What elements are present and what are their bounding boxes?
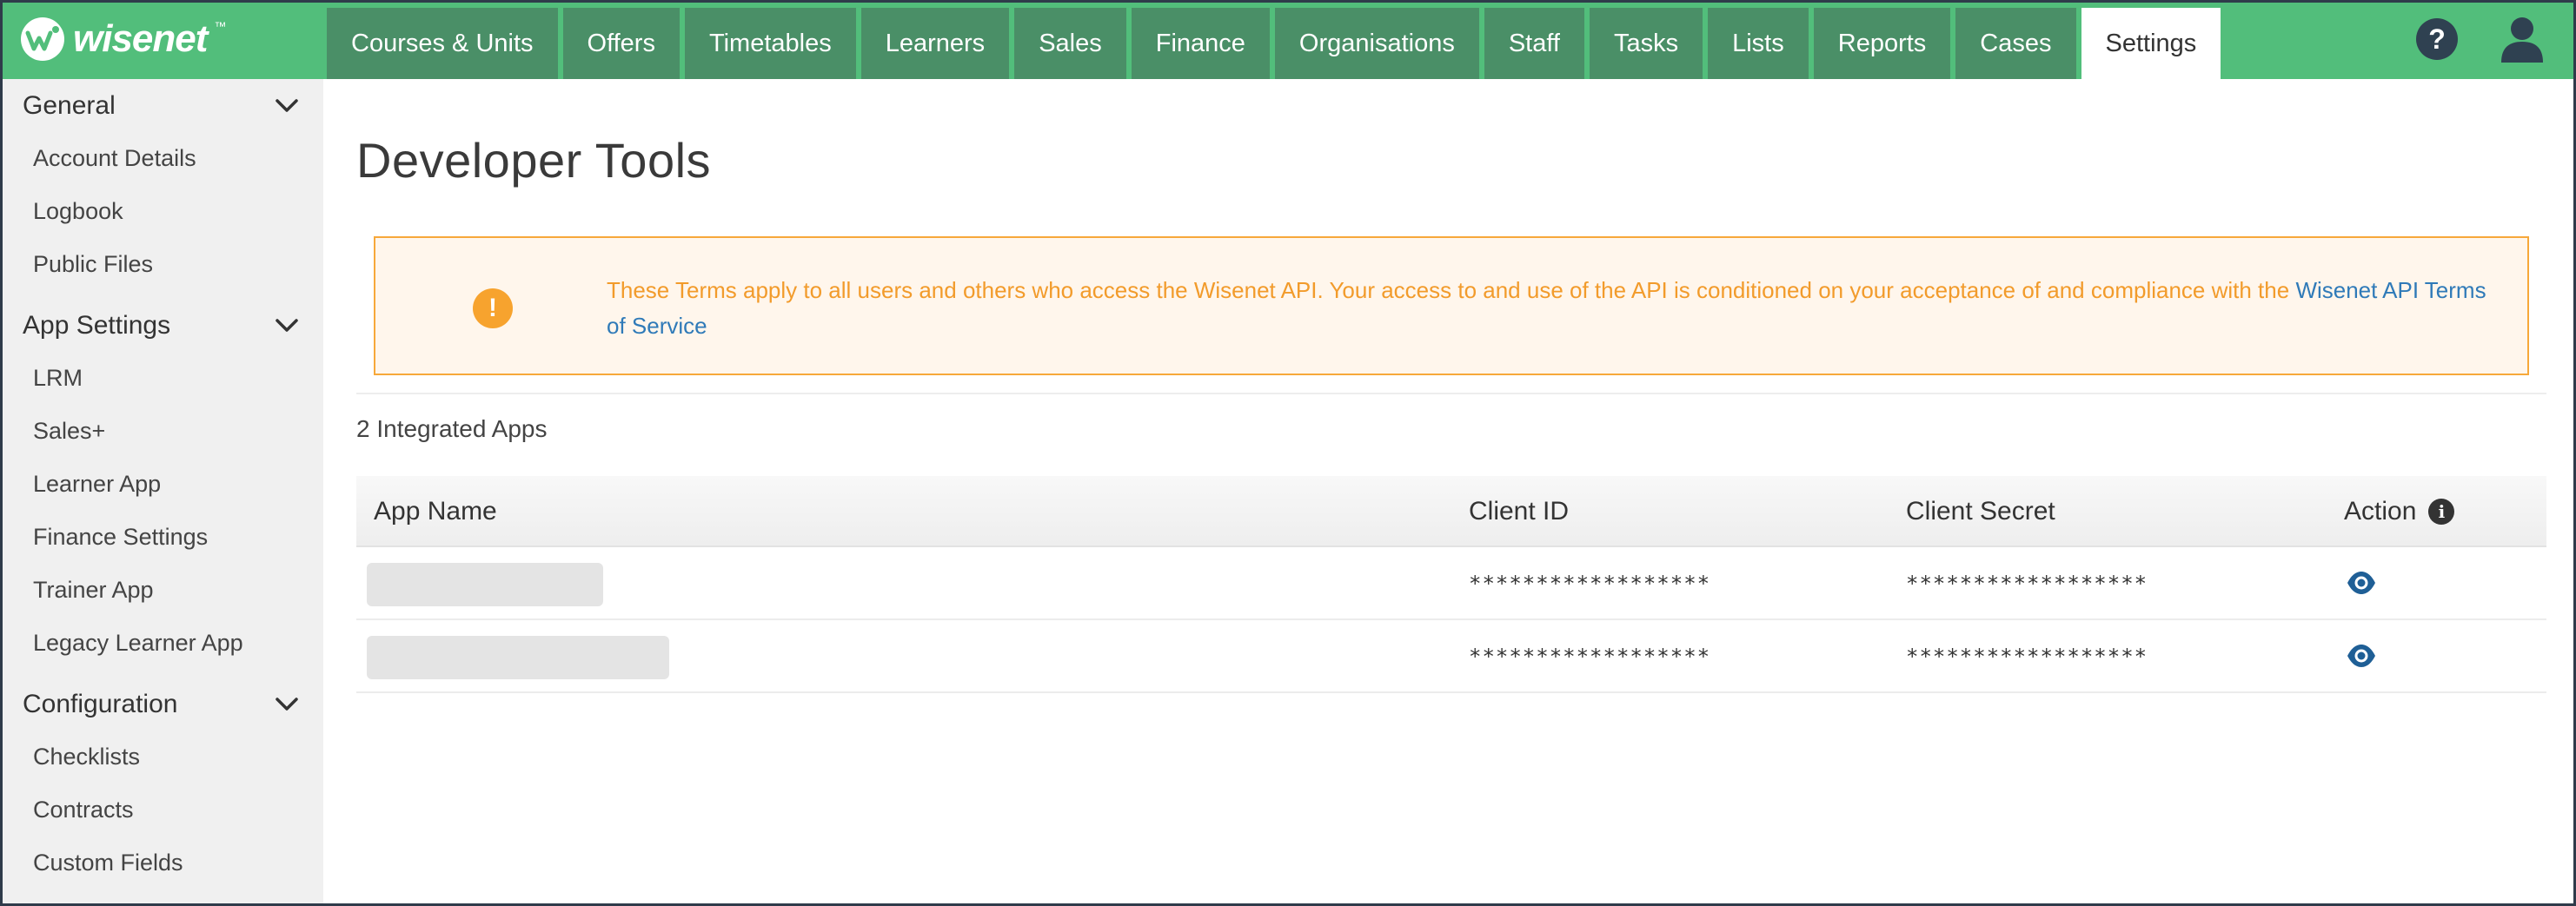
logo-trademark: ™ bbox=[214, 19, 227, 33]
wisenet-logo-icon bbox=[21, 17, 64, 61]
tab-courses-units[interactable]: Courses & Units bbox=[327, 8, 558, 79]
sidebar-item-public-files[interactable]: Public Files bbox=[33, 241, 153, 288]
notice-text: These Terms apply to all users and other… bbox=[607, 273, 2501, 344]
tab-finance[interactable]: Finance bbox=[1131, 8, 1270, 79]
client-secret-value: ****************** bbox=[1906, 645, 2148, 669]
client-id-value: ****************** bbox=[1469, 572, 1711, 596]
sidebar-section-label: App Settings bbox=[23, 311, 171, 340]
user-icon[interactable] bbox=[2500, 16, 2545, 63]
tab-lists[interactable]: Lists bbox=[1708, 8, 1809, 79]
warning-icon: ! bbox=[473, 288, 513, 328]
integrated-apps-count: 2 Integrated Apps bbox=[356, 415, 548, 442]
chevron-down-icon bbox=[276, 319, 298, 332]
sidebar-section-label: Configuration bbox=[23, 690, 178, 718]
section-divider bbox=[356, 393, 2546, 394]
tab-organisations[interactable]: Organisations bbox=[1274, 8, 1479, 79]
integrated-apps-table: App Name Client ID Client Secret Action … bbox=[356, 476, 2546, 693]
app-name-placeholder bbox=[367, 563, 603, 606]
header-client-id[interactable]: Client ID bbox=[1469, 476, 1569, 547]
sidebar-section-configuration[interactable]: Configuration bbox=[0, 679, 323, 730]
sidebar-section-app-settings[interactable]: App Settings bbox=[0, 301, 323, 351]
header-app-name[interactable]: App Name bbox=[374, 476, 497, 547]
tab-tasks[interactable]: Tasks bbox=[1589, 8, 1703, 79]
sidebar-item-logbook[interactable]: Logbook bbox=[33, 188, 123, 235]
help-icon[interactable]: ? bbox=[2416, 18, 2458, 60]
top-nav-bar: wisenet ™ Courses & Units Offers Timetable… bbox=[0, 0, 2576, 79]
view-eye-icon[interactable] bbox=[2347, 643, 2376, 669]
tab-cases[interactable]: Cases bbox=[1955, 8, 2076, 79]
api-terms-notice: ! These Terms apply to all users and oth… bbox=[374, 236, 2529, 375]
header-client-secret[interactable]: Client Secret bbox=[1906, 476, 2055, 547]
header-action-label: Action bbox=[2344, 497, 2417, 526]
tab-learners[interactable]: Learners bbox=[860, 8, 1010, 79]
tab-reports[interactable]: Reports bbox=[1813, 8, 1951, 79]
tab-sales[interactable]: Sales bbox=[1014, 8, 1126, 79]
tab-settings[interactable]: Settings bbox=[2081, 8, 2221, 79]
sidebar-item-checklists[interactable]: Checklists bbox=[33, 733, 140, 780]
chevron-down-icon bbox=[276, 698, 298, 711]
sidebar-item-account-details[interactable]: Account Details bbox=[33, 135, 196, 182]
tab-staff[interactable]: Staff bbox=[1484, 8, 1584, 79]
settings-sidebar: General Account Details Logbook Public File… bbox=[0, 79, 323, 906]
sidebar-item-custom-fields[interactable]: Custom Fields bbox=[33, 839, 183, 886]
sidebar-item-contracts[interactable]: Contracts bbox=[33, 786, 134, 833]
sidebar-item-learner-app[interactable]: Learner App bbox=[33, 460, 161, 507]
tab-offers[interactable]: Offers bbox=[562, 8, 680, 79]
table-row: ****************** ****************** bbox=[356, 620, 2546, 693]
sidebar-item-trainer-app[interactable]: Trainer App bbox=[33, 566, 154, 613]
chevron-down-icon bbox=[276, 99, 298, 112]
sidebar-item-legacy-learner-app[interactable]: Legacy Learner App bbox=[33, 619, 243, 666]
logo-wordmark: wisenet bbox=[73, 17, 208, 60]
notice-message: These Terms apply to all users and other… bbox=[607, 277, 2296, 303]
page-title: Developer Tools bbox=[356, 133, 712, 188]
client-secret-value: ****************** bbox=[1906, 572, 2148, 596]
sidebar-section-general[interactable]: General bbox=[0, 81, 323, 131]
client-id-value: ****************** bbox=[1469, 645, 1711, 669]
app-name-placeholder bbox=[367, 636, 669, 679]
sidebar-item-lrm[interactable]: LRM bbox=[33, 354, 83, 401]
tab-timetables[interactable]: Timetables bbox=[684, 8, 856, 79]
main-nav-tabs: Courses & Units Offers Timetables Learners S… bbox=[327, 8, 2221, 79]
sidebar-item-sales[interactable]: Sales+ bbox=[33, 407, 105, 454]
sidebar-item-finance-settings[interactable]: Finance Settings bbox=[33, 513, 208, 560]
header-action: Action i bbox=[2344, 476, 2455, 547]
table-header: App Name Client ID Client Secret Action … bbox=[356, 476, 2546, 547]
view-eye-icon[interactable] bbox=[2347, 570, 2376, 596]
table-body: ****************** ****************** ****… bbox=[356, 547, 2546, 693]
wisenet-logo[interactable]: wisenet ™ bbox=[19, 14, 226, 64]
info-icon[interactable]: i bbox=[2428, 499, 2455, 525]
sidebar-section-label: General bbox=[23, 91, 116, 120]
table-row: ****************** ****************** bbox=[356, 547, 2546, 620]
